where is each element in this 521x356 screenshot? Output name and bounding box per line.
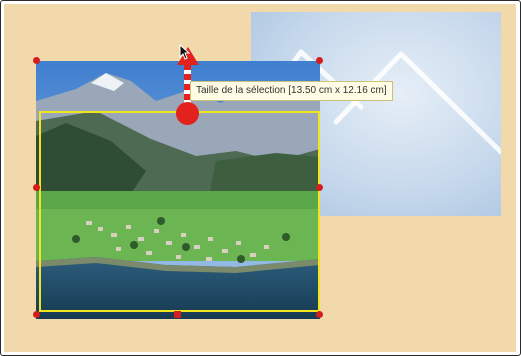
mouse-cursor-icon — [179, 44, 191, 60]
resize-handle-bottom-center[interactable] — [174, 311, 181, 318]
resize-handle-middle-left[interactable] — [33, 184, 40, 191]
circle-handle-icon[interactable] — [176, 102, 199, 125]
resize-handle-bottom-left[interactable] — [33, 311, 40, 318]
resize-handle-top-right[interactable] — [316, 57, 323, 64]
editor-window: Taille de la sélection [13.50 cm x 12.16… — [0, 0, 521, 356]
page-canvas[interactable]: Taille de la sélection [13.50 cm x 12.16… — [4, 4, 516, 352]
resize-handle-top-left[interactable] — [33, 57, 40, 64]
selection-rectangle[interactable] — [39, 111, 320, 312]
selection-size-tooltip: Taille de la sélection [13.50 cm x 12.16… — [190, 81, 393, 101]
resize-handle-bottom-right[interactable] — [316, 311, 323, 318]
resize-handle-middle-right[interactable] — [316, 184, 323, 191]
